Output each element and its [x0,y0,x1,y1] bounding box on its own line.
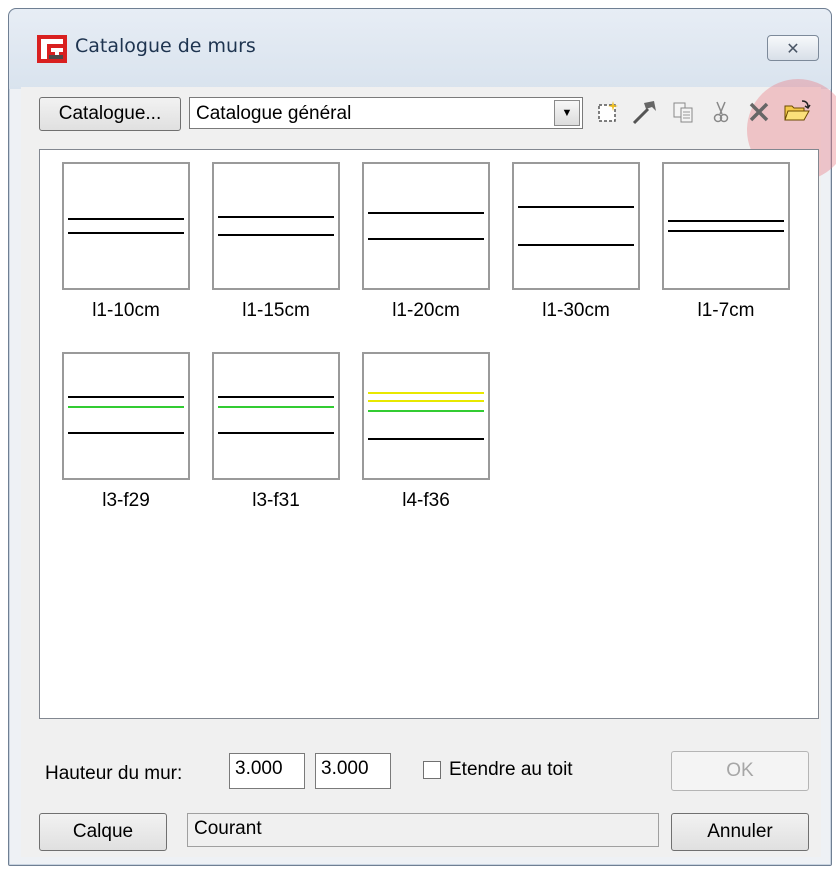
wall-layer-line [218,406,334,408]
wall-thumbnail [362,352,490,480]
wall-thumbnail [212,352,340,480]
wall-list[interactable]: l1-10cm l1-15cm l1-20cm l1-30cm l1-7cm l3-f29… [39,149,819,719]
chevron-down-icon[interactable]: ▼ [554,100,580,126]
window-title: Catalogue de murs [75,35,256,57]
wall-layer-line [68,432,184,434]
wall-thumbnail [62,352,190,480]
wall-layer-line [368,438,484,440]
wall-item-label: l1-30cm [542,300,610,321]
wall-item-label: l1-7cm [697,300,755,321]
wall-thumbnail [362,162,490,290]
ok-button[interactable]: OK [671,751,809,791]
copy-icon[interactable] [667,95,699,129]
wall-item[interactable]: l1-10cm [62,162,190,342]
wall-item-label: l1-10cm [92,300,160,321]
wall-layer-line [68,232,184,234]
wall-layer-line [668,230,784,232]
layer-button[interactable]: Calque [39,813,167,851]
wall-thumbnail [212,162,340,290]
wall-item[interactable]: l1-15cm [212,162,340,342]
app-icon [37,35,67,63]
layer-button-label: Calque [72,821,134,842]
extend-roof-checkbox[interactable] [423,761,441,779]
cancel-button-label: Annuler [707,821,773,842]
height-label: Hauteur du mur: [45,763,182,785]
wall-layer-line [368,400,484,402]
wall-layer-line [518,206,634,208]
wall-item[interactable]: l3-f29 [62,352,190,532]
wall-layer-line [368,212,484,214]
wall-item[interactable]: l4-f36 [362,352,490,532]
extend-roof-label[interactable]: Etendre au toit [449,759,573,781]
height-input-1[interactable]: 3.000 [229,753,305,789]
wall-item[interactable]: l1-7cm [662,162,790,342]
wall-item-label: l3-f31 [252,490,300,511]
wall-layer-line [218,234,334,236]
wall-layer-line [218,216,334,218]
cancel-button[interactable]: Annuler [671,813,809,851]
layer-field: Courant [187,813,659,847]
wall-layer-line [68,396,184,398]
wall-thumbnail [62,162,190,290]
cut-icon[interactable] [705,95,737,129]
catalogue-button-label: Catalogue... [58,103,162,124]
height-input-2[interactable]: 3.000 [315,753,391,789]
wall-item-label: l4-f36 [402,490,450,511]
new-icon[interactable] [591,95,623,129]
delete-icon[interactable] [743,95,775,129]
catalogue-select-value: Catalogue général [196,103,352,124]
ok-button-label: OK [726,760,754,781]
close-icon: ✕ [786,38,800,58]
wall-layer-line [218,396,334,398]
wall-item-label: l3-f29 [102,490,150,511]
wall-catalogue-dialog: Catalogue de murs ✕ Catalogue... Catalog… [8,8,836,866]
catalogue-select[interactable]: Catalogue général ▼ [189,97,583,129]
open-folder-icon[interactable] [781,95,813,129]
wall-layer-line [368,392,484,394]
wall-item[interactable]: l1-30cm [512,162,640,342]
wall-layer-line [68,218,184,220]
wall-item[interactable]: l3-f31 [212,352,340,532]
wall-layer-line [668,220,784,222]
dialog-body: Catalogue... Catalogue général ▼ l1-10cm… [21,79,836,857]
title-bar[interactable]: Catalogue de murs ✕ [9,9,831,89]
wall-layer-line [368,238,484,240]
wall-item-label: l1-20cm [392,300,460,321]
wall-layer-line [68,406,184,408]
height-label-text: Hauteur du mur: [45,763,183,784]
wall-item[interactable]: l1-20cm [362,162,490,342]
wall-layer-line [368,410,484,412]
catalogue-button[interactable]: Catalogue... [39,97,181,131]
wall-thumbnail [512,162,640,290]
close-button[interactable]: ✕ [767,35,819,61]
wall-layer-line [518,244,634,246]
edit-icon[interactable] [629,95,661,129]
wall-item-label: l1-15cm [242,300,310,321]
wall-layer-line [218,432,334,434]
wall-thumbnail [662,162,790,290]
